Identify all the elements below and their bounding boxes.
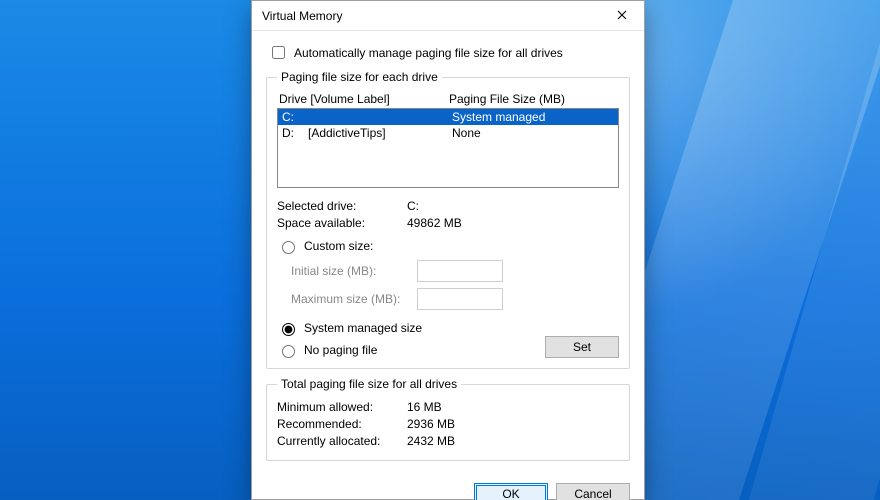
- min-label: Minimum allowed:: [277, 399, 407, 416]
- custom-size-label: Custom size:: [304, 239, 373, 253]
- rec-label: Recommended:: [277, 416, 407, 433]
- drive-row[interactable]: C: System managed: [278, 109, 618, 125]
- system-managed-label: System managed size: [304, 321, 422, 335]
- auto-manage-label: Automatically manage paging file size fo…: [294, 46, 563, 60]
- col-drive-label: Drive [Volume Label]: [279, 92, 449, 106]
- drives-fieldset: Paging file size for each drive Drive [V…: [266, 70, 630, 369]
- no-paging-label: No paging file: [304, 343, 377, 357]
- min-value: 16 MB: [407, 399, 442, 416]
- dialog-footer: OK Cancel: [252, 477, 644, 500]
- selected-drive-label: Selected drive:: [277, 198, 407, 215]
- maximum-size-input[interactable]: [417, 288, 503, 310]
- cur-value: 2432 MB: [407, 433, 455, 450]
- no-paging-radio[interactable]: [282, 345, 295, 358]
- auto-manage-checkbox[interactable]: [272, 46, 285, 59]
- space-available-value: 49862 MB: [407, 215, 462, 232]
- cur-row: Currently allocated: 2432 MB: [277, 433, 619, 450]
- initial-size-row: Initial size (MB):: [277, 260, 619, 282]
- titlebar: Virtual Memory: [252, 1, 644, 31]
- selected-drive-row: Selected drive: C:: [277, 198, 619, 215]
- window-title: Virtual Memory: [262, 9, 600, 23]
- custom-size-radio[interactable]: [282, 241, 295, 254]
- drives-legend: Paging file size for each drive: [277, 70, 442, 84]
- space-available-label: Space available:: [277, 215, 407, 232]
- drive-letter: C:: [282, 109, 308, 125]
- set-button[interactable]: Set: [545, 336, 619, 358]
- initial-size-label: Initial size (MB):: [277, 264, 409, 278]
- custom-size-radio-row[interactable]: Custom size:: [277, 238, 619, 254]
- virtual-memory-dialog: Virtual Memory Automatically manage pagi…: [251, 0, 645, 500]
- rec-value: 2936 MB: [407, 416, 455, 433]
- desktop-background: Virtual Memory Automatically manage pagi…: [0, 0, 880, 500]
- drive-volume: [AddictiveTips]: [308, 125, 452, 141]
- cancel-button[interactable]: Cancel: [556, 483, 630, 500]
- drive-volume: [308, 109, 452, 125]
- close-button[interactable]: [600, 1, 644, 30]
- ok-button[interactable]: OK: [474, 483, 548, 500]
- totals-fieldset: Total paging file size for all drives Mi…: [266, 377, 630, 461]
- drive-size: None: [452, 125, 614, 141]
- drive-list-header: Drive [Volume Label] Paging File Size (M…: [277, 92, 619, 108]
- col-size-label: Paging File Size (MB): [449, 92, 617, 106]
- system-managed-radio-row[interactable]: System managed size: [277, 320, 619, 336]
- system-managed-radio[interactable]: [282, 323, 295, 336]
- auto-manage-checkbox-row[interactable]: Automatically manage paging file size fo…: [268, 43, 630, 62]
- space-available-row: Space available: 49862 MB: [277, 215, 619, 232]
- maximum-size-row: Maximum size (MB):: [277, 288, 619, 310]
- close-icon: [617, 9, 627, 23]
- initial-size-input[interactable]: [417, 260, 503, 282]
- drive-size: System managed: [452, 109, 614, 125]
- drive-letter: D:: [282, 125, 308, 141]
- selected-drive-value: C:: [407, 198, 419, 215]
- drive-list[interactable]: C: System managed D: [AddictiveTips] Non…: [277, 108, 619, 188]
- drive-row[interactable]: D: [AddictiveTips] None: [278, 125, 618, 141]
- cur-label: Currently allocated:: [277, 433, 407, 450]
- min-row: Minimum allowed: 16 MB: [277, 399, 619, 416]
- maximum-size-label: Maximum size (MB):: [277, 292, 409, 306]
- totals-legend: Total paging file size for all drives: [277, 377, 461, 391]
- rec-row: Recommended: 2936 MB: [277, 416, 619, 433]
